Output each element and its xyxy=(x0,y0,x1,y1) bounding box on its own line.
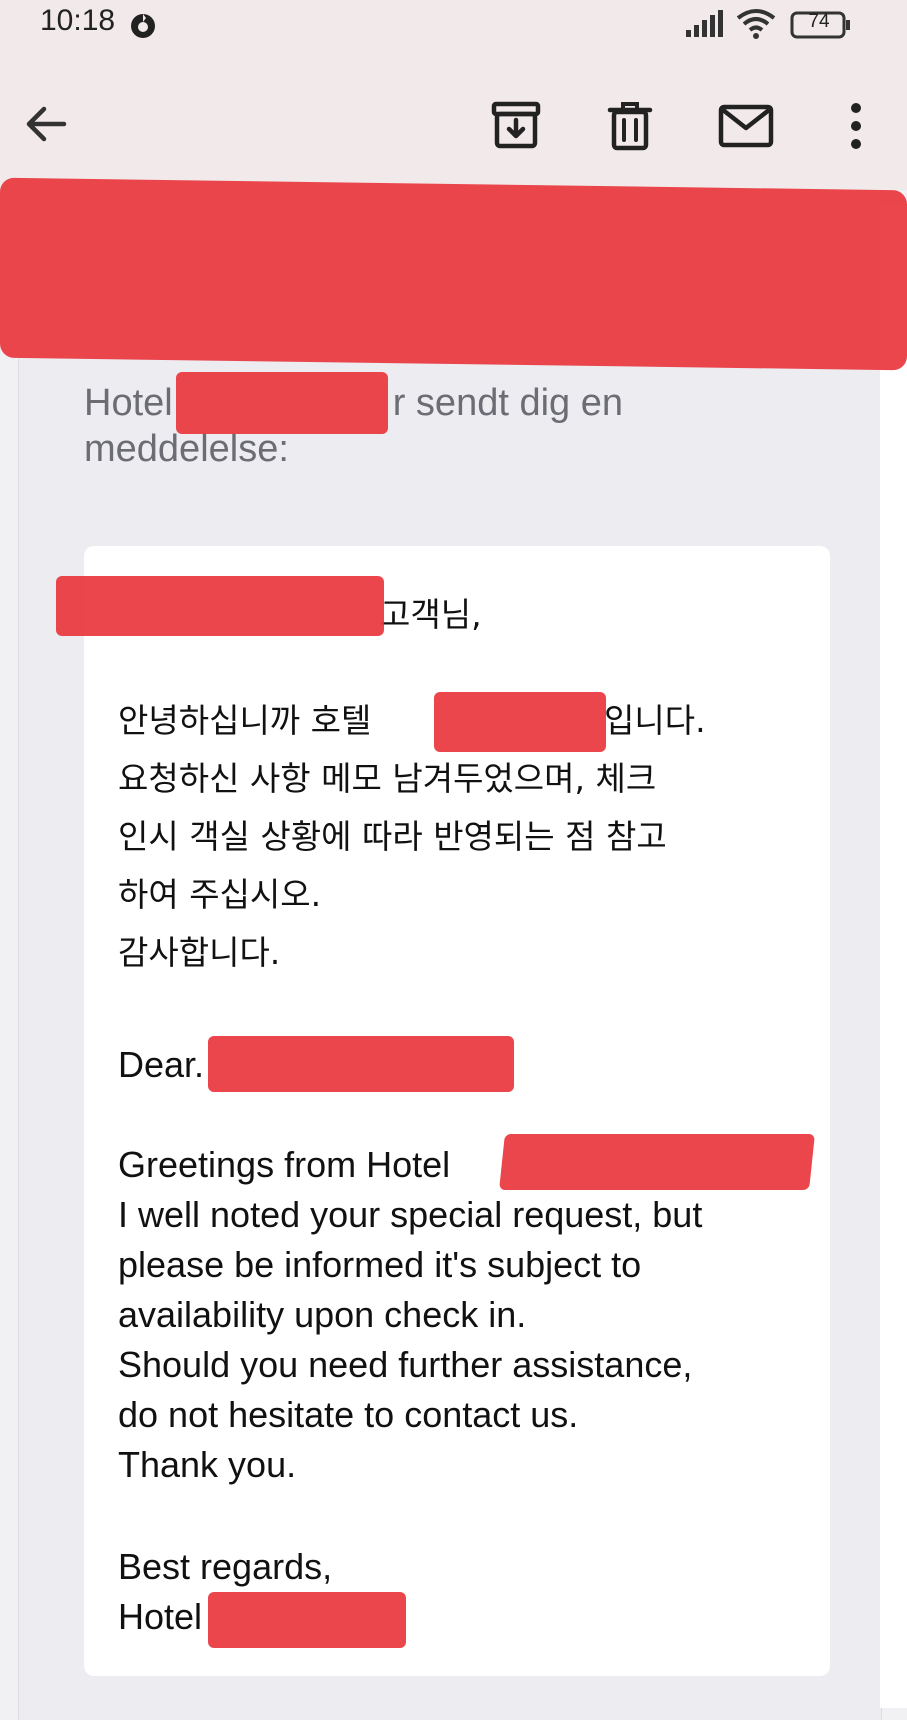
closing-line: Best regards, xyxy=(118,1546,333,1587)
redaction-guest-name-en xyxy=(208,1036,514,1092)
en-line-5: do not hesitate to contact us. xyxy=(118,1394,579,1435)
redaction-hotel-name-kr xyxy=(434,692,606,752)
salutation-suffix: 고객님, xyxy=(380,595,482,634)
notification-app-icon xyxy=(131,14,155,38)
redaction-hotel-name-en xyxy=(499,1134,815,1190)
scroll-edge xyxy=(880,205,907,1708)
kr-line-5: 감사합니다. xyxy=(118,933,281,972)
trash-icon[interactable] xyxy=(602,98,658,154)
signal-icon xyxy=(686,10,723,37)
redaction-hotel-name-intro xyxy=(176,372,388,434)
redaction-header xyxy=(0,177,907,371)
status-time: 10:18 xyxy=(40,4,116,37)
kr-line-1b: 입니다. xyxy=(604,701,706,740)
kr-line-3: 인시 객실 상황에 따라 반영되는 점 참고 xyxy=(118,817,667,856)
redaction-hotel-name-signature xyxy=(208,1592,406,1648)
en-line-3: availability upon check in. xyxy=(118,1294,527,1335)
en-line-1: I well noted your special request, but xyxy=(118,1194,703,1235)
intro-sent-text: r sendt dig en xyxy=(392,382,623,424)
mail-icon[interactable] xyxy=(716,98,776,154)
kr-line-4: 하여 주십시오. xyxy=(118,875,322,914)
archive-icon[interactable] xyxy=(488,98,544,154)
en-line-4: Should you need further assistance, xyxy=(118,1344,693,1385)
battery-level: 74 xyxy=(808,11,830,32)
intro-hotel-word: Hotel xyxy=(84,382,173,424)
en-line-6: Thank you. xyxy=(118,1444,297,1485)
kr-line-2: 요청하신 사항 메모 남겨두었으며, 체크 xyxy=(118,759,657,798)
redaction-guest-name-kr xyxy=(56,576,384,636)
arrow-back-icon[interactable] xyxy=(20,98,72,150)
en-line-2: please be informed it's subject to xyxy=(118,1244,642,1285)
status-bar: 10:18 74 xyxy=(0,0,907,60)
wifi-icon xyxy=(736,9,776,39)
more-vert-icon[interactable] xyxy=(836,98,876,154)
